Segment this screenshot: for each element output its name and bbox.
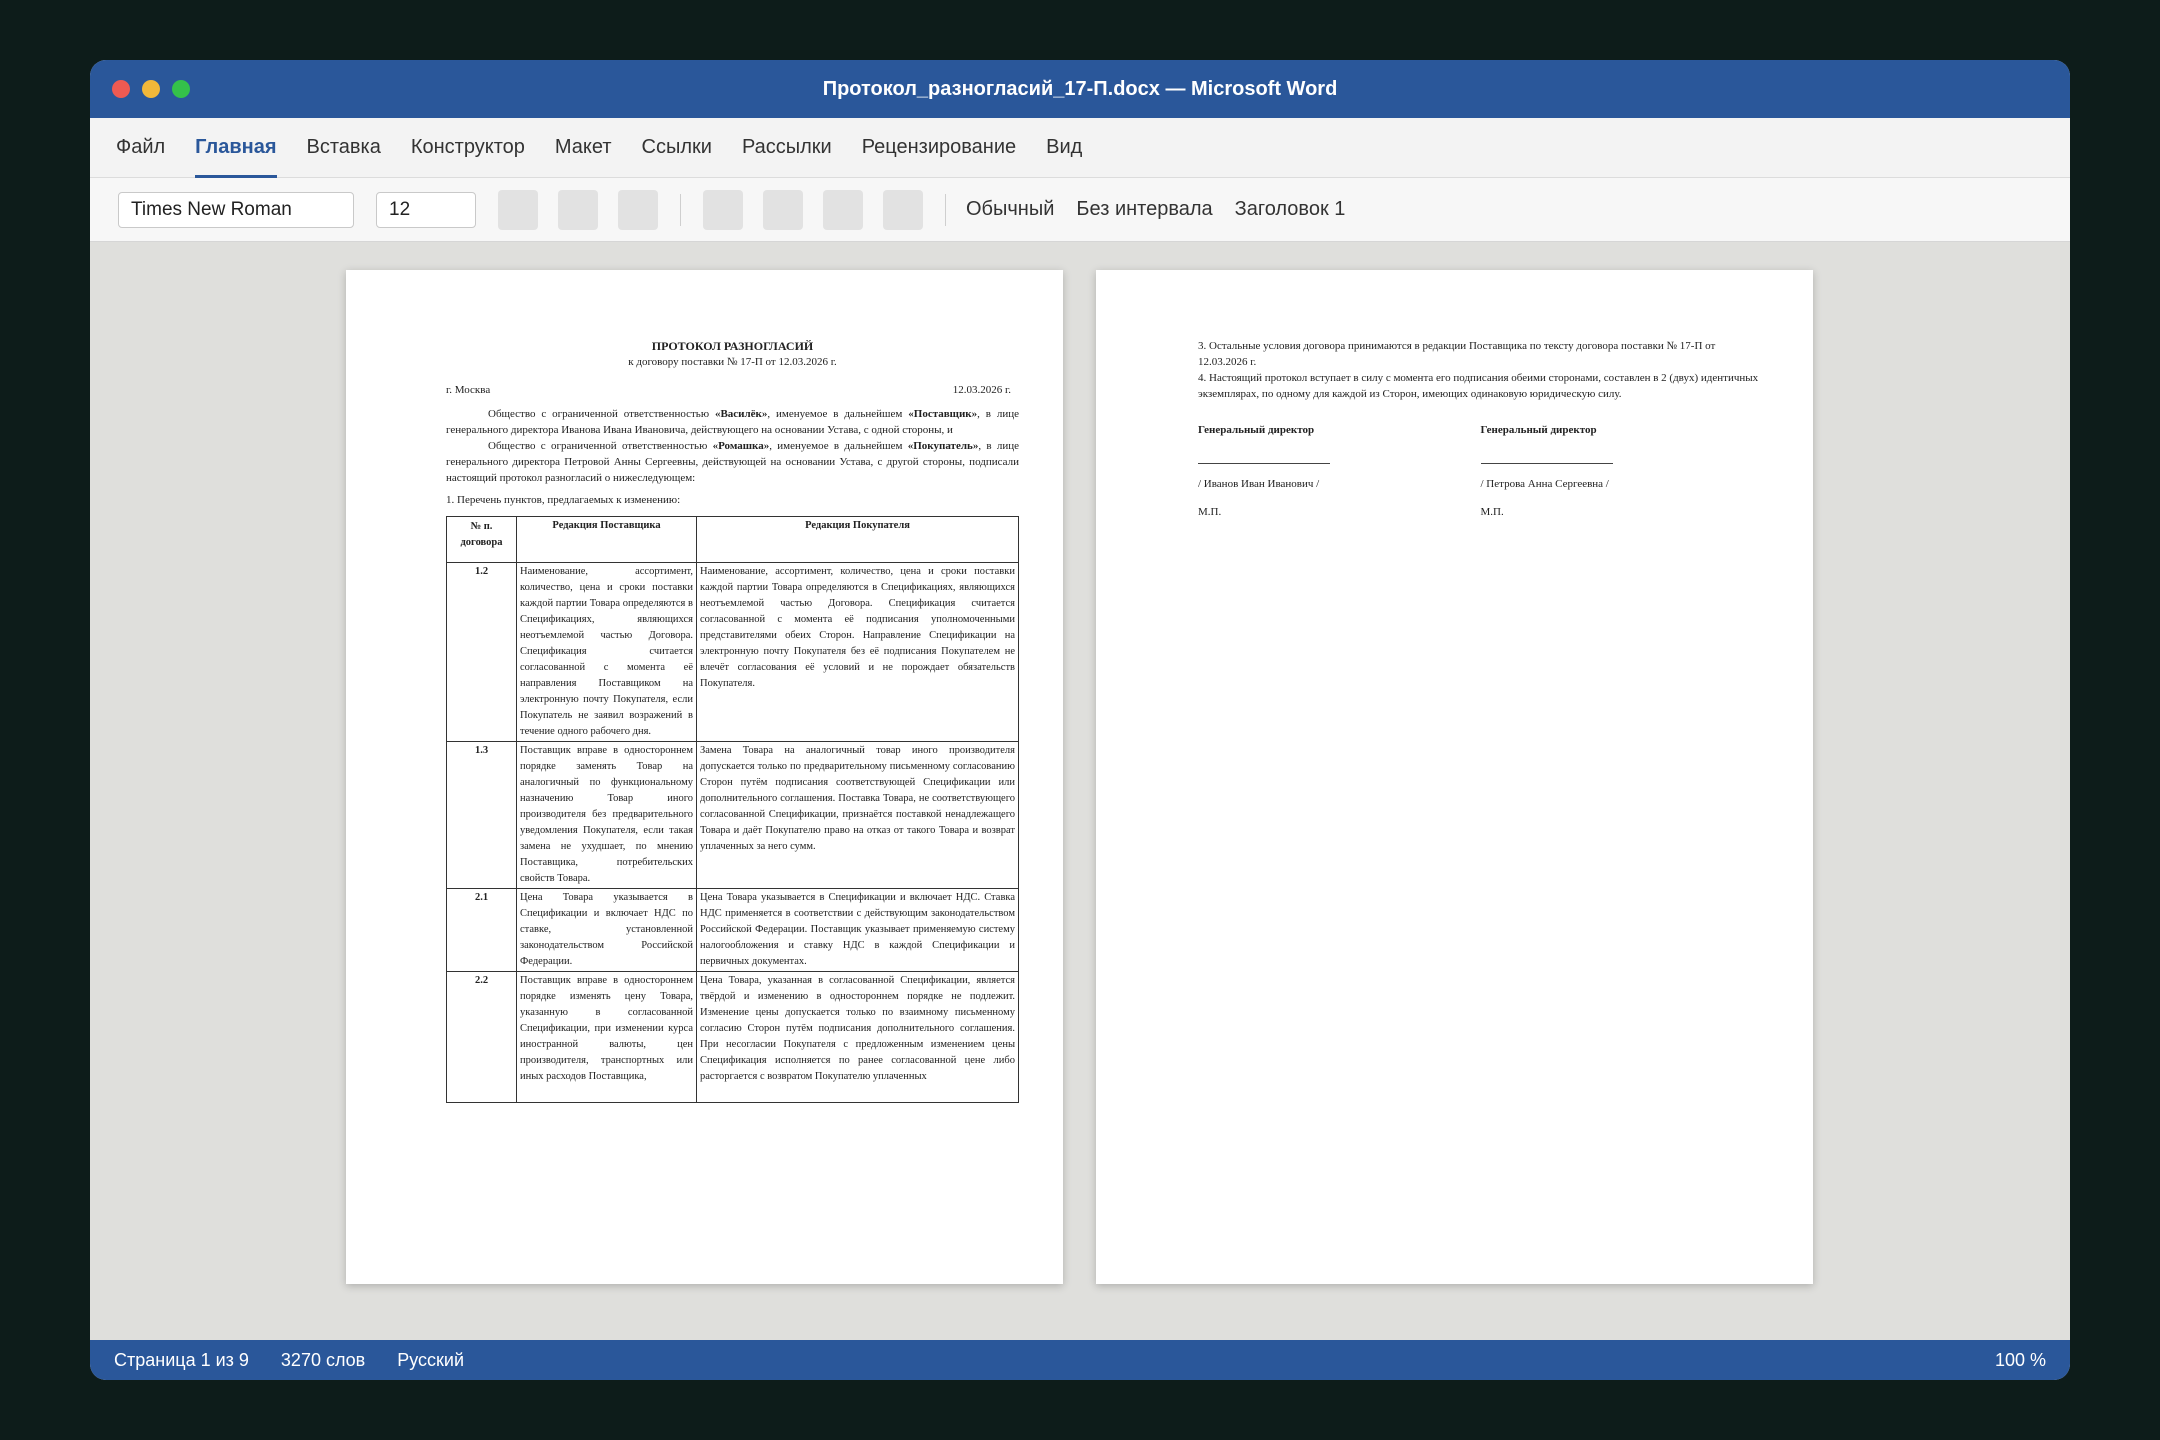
table-row: 2.2 Поставщик вправе в одностороннем пор… (446, 971, 1019, 1103)
signature-line (1480, 450, 1613, 464)
signature-name: / Петрова Анна Сергеевна / (1480, 478, 1609, 490)
doc-city: г. Москва (446, 384, 491, 396)
maximize-window-button[interactable] (172, 80, 190, 98)
tab-design[interactable]: Конструктор (411, 118, 525, 178)
disagreements-table: № п. договора Редакция Поставщика Редакц… (446, 516, 1019, 1103)
text-run-bold: «Поставщик» (908, 408, 978, 420)
ribbon-tabs: Файл Главная Вставка Конструктор Макет С… (90, 118, 2070, 178)
cell-text: Цена Товара, указанная в согласованной С… (700, 975, 1015, 1082)
word-count-status[interactable]: 3270 слов (281, 1350, 365, 1371)
text-run-bold: «Покупатель» (907, 440, 979, 452)
table-cell-buyer: Цена Товара, указанная в согласованной С… (696, 971, 1019, 1103)
format-buttons-group (498, 189, 658, 230)
paragraph-buttons-group (703, 189, 923, 230)
table-cell-num: 1.2 (446, 562, 517, 742)
doc-item-3: 3. Остальные условия договора принимаютс… (1198, 340, 1716, 368)
style-no-spacing[interactable]: Без интервала (1076, 198, 1212, 221)
tab-layout[interactable]: Макет (555, 118, 612, 178)
tab-file[interactable]: Файл (116, 118, 165, 178)
tab-mailings[interactable]: Рассылки (742, 118, 832, 178)
table-cell-buyer: Замена Товара на аналогичный товар иного… (696, 741, 1019, 889)
table-cell-num: 2.2 (446, 971, 517, 1103)
toolbar-divider (680, 193, 681, 226)
doc-subtitle: к договору поставки № 17-П от 12.03.2026… (628, 356, 837, 368)
text-run: Общество с ограниченной ответственностью (488, 440, 713, 452)
align-center-button[interactable] (763, 189, 803, 230)
word-window: Протокол_разногласий_17-П.docx — Microso… (90, 60, 2070, 1380)
table-cell-num: 1.3 (446, 741, 517, 889)
table-cell-supplier: Поставщик вправе в одностороннем порядке… (516, 741, 697, 889)
cell-text: Поставщик вправе в одностороннем порядке… (520, 975, 693, 1082)
document-page-2[interactable]: 3. Остальные условия договора принимаютс… (1096, 270, 1813, 1284)
table-header-cell: Редакция Поставщика (516, 516, 697, 563)
signature-supplier: Генеральный директор / Иванов Иван Ивано… (1198, 422, 1481, 520)
table-cell-supplier: Наименование, ассортимент, количество, ц… (516, 562, 697, 742)
window-title: Протокол_разногласий_17-П.docx — Microso… (822, 77, 1338, 100)
font-name-input[interactable]: Times New Roman (118, 191, 354, 228)
table-header-row: № п. договора Редакция Поставщика Редакц… (446, 516, 1019, 563)
doc-title: ПРОТОКОЛ РАЗНОГЛАСИЙ (651, 339, 814, 353)
language-status[interactable]: Русский (397, 1350, 464, 1371)
stamp-place: М.П. (1198, 506, 1222, 518)
table-row: 1.3 Поставщик вправе в одностороннем пор… (446, 741, 1019, 889)
status-bar: Страница 1 из 9 3270 слов Русский 100 % (90, 1340, 2070, 1380)
text-run: , именуемое в дальнейшем (769, 440, 908, 452)
signature-block: Генеральный директор / Иванов Иван Ивано… (1198, 422, 1763, 520)
font-size-input[interactable]: 12 (376, 191, 476, 228)
place-date-row: г. Москва 12.03.2026 г. (446, 382, 1019, 398)
table-header-cell: № п. договора (446, 516, 517, 563)
style-heading-1[interactable]: Заголовок 1 (1235, 198, 1346, 221)
table-cell-buyer: Цена Товара указывается в Спецификации и… (696, 888, 1019, 972)
signature-buyer: Генеральный директор / Петрова Анна Серг… (1480, 422, 1764, 520)
stamp-place: М.П. (1480, 506, 1504, 518)
doc-paragraph-buyer: Общество с ограниченной ответственностью… (446, 438, 1019, 486)
style-gallery: Обычный Без интервала Заголовок 1 (966, 198, 1345, 221)
signature-name: / Иванов Иван Иванович / (1198, 478, 1320, 490)
text-run-bold: «Ромашка» (712, 440, 770, 452)
table-header-cell: Редакция Покупателя (696, 516, 1019, 563)
signature-title: Генеральный директор (1480, 424, 1597, 436)
doc-item-4: 4. Настоящий протокол вступает в силу с … (1198, 372, 1759, 400)
doc-date: 12.03.2026 г. (952, 384, 1011, 396)
doc-item-1: 1. Перечень пунктов, предлагаемых к изме… (446, 494, 681, 506)
page-count-status[interactable]: Страница 1 из 9 (114, 1350, 249, 1371)
text-run-bold: «Василёк» (714, 408, 768, 420)
align-left-button[interactable] (703, 189, 743, 230)
doc-paragraph-supplier: Общество с ограниченной ответственностью… (446, 406, 1019, 438)
tab-review[interactable]: Рецензирование (862, 118, 1016, 178)
table-row: 2.1 Цена Товара указывается в Спецификац… (446, 888, 1019, 972)
table-cell-num: 2.1 (446, 888, 517, 972)
tab-view[interactable]: Вид (1046, 118, 1082, 178)
close-window-button[interactable] (112, 80, 130, 98)
signature-line (1198, 450, 1330, 464)
title-bar: Протокол_разногласий_17-П.docx — Microso… (90, 60, 2070, 118)
zoom-level[interactable]: 100 % (1995, 1350, 2046, 1371)
toolbar-divider (945, 193, 946, 226)
align-justify-button[interactable] (883, 189, 923, 230)
tab-references[interactable]: Ссылки (642, 118, 712, 178)
ribbon-toolbar: Times New Roman 12 Обычный Без интервала… (90, 178, 2070, 242)
table-cell-supplier: Цена Товара указывается в Спецификации и… (516, 888, 697, 972)
align-right-button[interactable] (823, 189, 863, 230)
table-cell-supplier: Поставщик вправе в одностороннем порядке… (516, 971, 697, 1103)
style-normal[interactable]: Обычный (966, 198, 1054, 221)
bold-button[interactable] (498, 189, 538, 230)
window-controls (112, 80, 190, 98)
minimize-window-button[interactable] (142, 80, 160, 98)
underline-button[interactable] (618, 189, 658, 230)
text-run: , именуемое в дальнейшем (767, 408, 909, 420)
document-page-1[interactable]: ПРОТОКОЛ РАЗНОГЛАСИЙ к договору поставки… (346, 270, 1063, 1284)
table-cell-buyer: Наименование, ассортимент, количество, ц… (696, 562, 1019, 742)
italic-button[interactable] (558, 189, 598, 230)
signature-title: Генеральный директор (1198, 424, 1315, 436)
tab-insert[interactable]: Вставка (307, 118, 381, 178)
table-row: 1.2 Наименование, ассортимент, количеств… (446, 562, 1019, 742)
text-run: Общество с ограниченной ответственностью (488, 408, 715, 420)
tab-home[interactable]: Главная (195, 118, 277, 178)
